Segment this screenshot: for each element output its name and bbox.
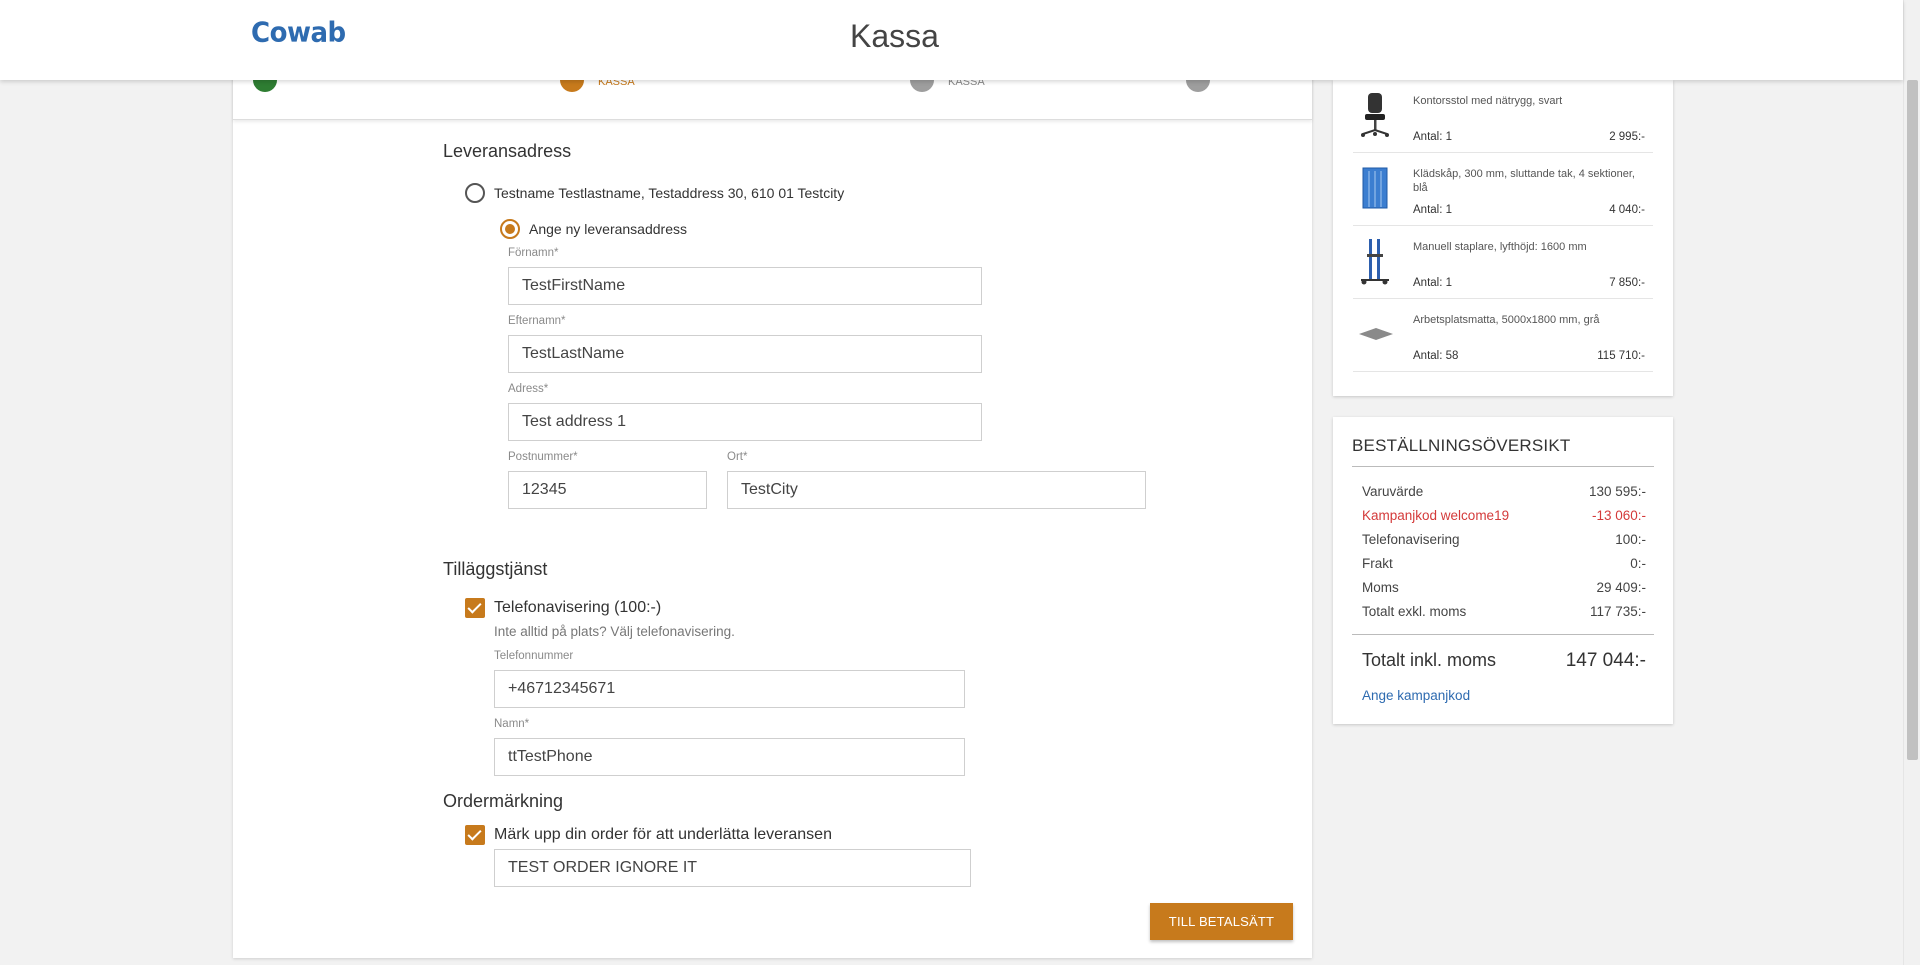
- summary-total-value: 147 044:-: [1565, 650, 1646, 671]
- summary-row-total-ex-vat: Totalt exkl. moms 117 735:-: [1362, 604, 1646, 624]
- zip-input[interactable]: 12345: [508, 471, 707, 509]
- cart-item-quantity: Antal: 1: [1413, 131, 1452, 143]
- summary-row-phone-notice: Telefonavisering 100:-: [1362, 532, 1646, 552]
- cart-item: Kontorsstol med nätrygg, svart Antal: 1 …: [1353, 80, 1653, 153]
- checkout-form-panel: KASSA KASSA Leveransadress Testname Test…: [233, 60, 1312, 958]
- continue-to-payment-button[interactable]: TILL BETALSÄTT: [1150, 903, 1293, 940]
- address-label: Adress*: [508, 383, 549, 395]
- delivery-address-title: Leveransadress: [443, 141, 572, 161]
- summary-row-value: 130 595:-: [1588, 484, 1646, 499]
- cart-item-price: 2 995:-: [1609, 131, 1645, 143]
- summary-row-goods-value: Varuvärde 130 595:-: [1362, 484, 1646, 504]
- cart-item-name[interactable]: Manuell staplare, lyfthöjd: 1600 mm: [1413, 240, 1648, 254]
- cart-item: Manuell staplare, lyfthöjd: 1600 mm Anta…: [1353, 226, 1653, 299]
- phone-notice-hint: Inte alltid på plats? Välj telefonaviser…: [494, 624, 735, 639]
- locker-icon: [1362, 167, 1388, 209]
- cart-item-name[interactable]: Klädskåp, 300 mm, sluttande tak, 4 sekti…: [1413, 167, 1648, 195]
- lastname-input[interactable]: TestLastName: [508, 335, 982, 373]
- cart-item-quantity: Antal: 1: [1413, 277, 1452, 289]
- divider: [1352, 466, 1654, 467]
- summary-total: Totalt inkl. moms 147 044:-: [1362, 650, 1646, 671]
- phone-number-label: Telefonnummer: [494, 650, 574, 662]
- cart-item-price: 115 710:-: [1597, 350, 1645, 362]
- summary-row-value: 29 409:-: [1596, 580, 1646, 595]
- cowab-logo[interactable]: Cowab: [251, 17, 346, 49]
- summary-row-vat: Moms 29 409:-: [1362, 580, 1646, 600]
- order-summary-title: BESTÄLLNINGSÖVERSIKT: [1352, 436, 1571, 455]
- page-title: Kassa: [850, 18, 939, 54]
- cart-item-quantity: Antal: 1: [1413, 204, 1452, 216]
- summary-row-value: 100:-: [1615, 532, 1646, 547]
- summary-total-label: Totalt inkl. moms: [1362, 650, 1497, 670]
- lastname-label: Efternamn*: [508, 315, 566, 327]
- new-address-label: Ange ny leveransaddress: [529, 221, 687, 237]
- phone-notice-label: Telefonavisering (100:-): [494, 599, 662, 616]
- zip-label: Postnummer*: [508, 451, 578, 463]
- summary-row-label: Moms: [1362, 580, 1399, 595]
- addon-service-title: Tilläggstjänst: [443, 559, 548, 579]
- cart-item-price: 7 850:-: [1609, 277, 1645, 289]
- order-marking-input[interactable]: TEST ORDER IGNORE IT: [494, 849, 971, 887]
- summary-row-value: 117 735:-: [1589, 604, 1646, 619]
- order-summary-panel: BESTÄLLNINGSÖVERSIKT Varuvärde 130 595:-…: [1333, 417, 1673, 724]
- cart-item: Klädskåp, 300 mm, sluttande tak, 4 sekti…: [1353, 153, 1653, 226]
- new-address-radio[interactable]: [500, 219, 520, 239]
- mat-icon: [1359, 328, 1393, 340]
- summary-row-label: Kampanjkod welcome19: [1362, 508, 1510, 523]
- summary-row-label: Totalt exkl. moms: [1362, 604, 1467, 619]
- order-marking-label: Märk upp din order för att underlätta le…: [494, 826, 832, 843]
- divider: [1352, 634, 1654, 635]
- summary-row-value: -13 060:-: [1591, 508, 1646, 523]
- summary-row-shipping: Frakt 0:-: [1362, 556, 1646, 576]
- existing-address-radio[interactable]: [465, 183, 485, 203]
- phone-notice-checkbox[interactable]: [465, 598, 485, 618]
- cart-item-price: 4 040:-: [1609, 204, 1645, 216]
- cart-item-name[interactable]: Kontorsstol med nätrygg, svart: [1413, 94, 1648, 108]
- phone-name-label: Namn*: [494, 718, 530, 730]
- enter-campaign-code-link[interactable]: Ange kampanjkod: [1362, 688, 1470, 703]
- header: Cowab Kassa: [0, 0, 1903, 80]
- city-input[interactable]: TestCity: [727, 471, 1146, 509]
- firstname-label: Förnamn*: [508, 247, 559, 259]
- summary-row-label: Telefonavisering: [1362, 532, 1460, 547]
- order-marking-title: Ordermärkning: [443, 791, 564, 811]
- cart-item-quantity: Antal: 58: [1413, 350, 1459, 362]
- summary-row-campaign-code: Kampanjkod welcome19 -13 060:-: [1362, 508, 1646, 528]
- cart-item: Arbetsplatsmatta, 5000x1800 mm, grå Anta…: [1353, 299, 1653, 372]
- order-marking-checkbox[interactable]: [465, 825, 485, 845]
- summary-row-label: Frakt: [1362, 556, 1393, 571]
- cart-item-name[interactable]: Arbetsplatsmatta, 5000x1800 mm, grå: [1413, 313, 1648, 327]
- existing-address-label: Testname Testlastname, Testaddress 30, 6…: [494, 185, 845, 201]
- firstname-input[interactable]: TestFirstName: [508, 267, 982, 305]
- cart-panel: Kontorsstol med nätrygg, svart Antal: 1 …: [1333, 80, 1673, 396]
- phone-number-input[interactable]: +46712345671: [494, 670, 965, 708]
- phone-name-input[interactable]: ttTestPhone: [494, 738, 965, 776]
- scrollbar-thumb[interactable]: [1907, 80, 1918, 760]
- summary-row-label: Varuvärde: [1362, 484, 1424, 499]
- office-chair-icon: [1361, 93, 1389, 137]
- stacker-icon: [1361, 239, 1389, 285]
- address-input[interactable]: Test address 1: [508, 403, 982, 441]
- city-label: Ort*: [727, 451, 748, 463]
- summary-row-value: 0:-: [1630, 556, 1646, 571]
- page-scrollbar[interactable]: [1903, 0, 1920, 965]
